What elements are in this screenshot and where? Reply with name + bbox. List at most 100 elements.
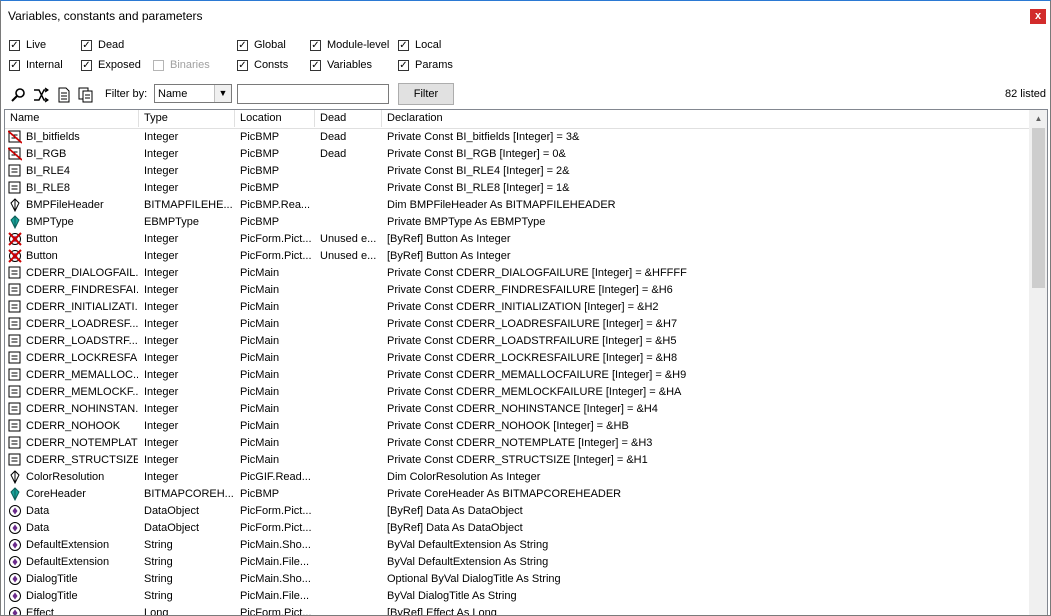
list-row[interactable]: CDERR_LOADSTRF... Integer PicMain Private C… [5, 333, 1031, 350]
list-row[interactable]: DialogTitle String PicMain.File... ByVal Di… [5, 588, 1031, 605]
list-row[interactable]: BI_RLE4 Integer PicBMP Private Const BI_RLE… [5, 163, 1031, 180]
column-header-location[interactable]: Location [235, 110, 315, 127]
name-cell: CDERR_NOHOOK [26, 420, 121, 432]
live-label: Live [26, 39, 47, 51]
local-checkbox[interactable]: ✓ Local [398, 37, 441, 53]
list-row[interactable]: CDERR_STRUCTSIZE Integer PicMain Private Co… [5, 452, 1031, 469]
type-cell: Integer [144, 182, 179, 194]
module-level-checkbox[interactable]: ✓ Module-level [310, 37, 389, 53]
column-header-dead[interactable]: Dead [315, 110, 382, 127]
name-cell: BI_RLE8 [26, 182, 71, 194]
location-cell: PicMain [240, 352, 280, 364]
chevron-down-icon[interactable]: ▼ [214, 85, 231, 102]
type-cell: DataObject [144, 522, 200, 534]
location-cell: PicMain.File... [240, 556, 310, 568]
list-row[interactable]: CDERR_LOADRESF... Integer PicMain Private C… [5, 316, 1031, 333]
parameter-icon [8, 521, 22, 535]
declaration-cell: [ByRef] Effect As Long [387, 607, 497, 615]
name-cell: Effect [26, 607, 54, 615]
scrollbar-thumb[interactable] [1032, 128, 1045, 288]
variables-checkbox[interactable]: ✓ Variables [310, 57, 372, 73]
type-cell: EBMPType [144, 216, 200, 228]
list-row[interactable]: BI_RGB Integer PicBMP Dead Private Const BI_… [5, 146, 1031, 163]
declaration-cell: [ByRef] Data As DataObject [387, 505, 523, 517]
list-row[interactable]: Data DataObject PicForm.Pict... [ByRef] Dat… [5, 503, 1031, 520]
name-cell: Data [26, 522, 50, 534]
location-cell: PicMain [240, 335, 280, 347]
list-header: Name Type Location Dead Declaration [5, 110, 1031, 129]
list-row[interactable]: CDERR_DIALOGFAIL... Integer PicMain Private… [5, 265, 1031, 282]
document-icon[interactable] [56, 87, 72, 103]
name-cell: CDERR_LOCKRESFA... [26, 352, 138, 364]
global-checkbox[interactable]: ✓ Global [237, 37, 286, 53]
column-header-name[interactable]: Name [5, 110, 139, 127]
filter-text-input[interactable] [237, 84, 389, 104]
list-row[interactable]: BMPType EBMPType PicBMP Private BMPType As … [5, 214, 1031, 231]
list-row[interactable]: Button Integer PicForm.Pict... Unused e... [… [5, 248, 1031, 265]
list-row[interactable]: DefaultExtension String PicMain.File... ByV… [5, 554, 1031, 571]
constant-icon [8, 283, 22, 297]
name-cell: DefaultExtension [26, 539, 110, 551]
list-row[interactable]: Effect Long PicForm.Pict... [ByRef] Effect … [5, 605, 1031, 615]
module-variable-icon [8, 215, 22, 230]
unchecked-box-icon [153, 59, 164, 71]
location-cell: PicBMP [240, 131, 280, 143]
declaration-cell: Private BMPType As EBMPType [387, 216, 546, 228]
scroll-up-icon[interactable]: ▲ [1030, 110, 1047, 127]
type-cell: Integer [144, 335, 179, 347]
exposed-label: Exposed [98, 59, 141, 71]
variables-list[interactable]: Name Type Location Dead Declaration BI_b… [4, 109, 1048, 615]
list-row[interactable]: CDERR_NOTEMPLATE Integer PicMain Private Co… [5, 435, 1031, 452]
list-row[interactable]: CDERR_MEMALLOC... Integer PicMain Private C… [5, 367, 1031, 384]
location-cell: PicBMP [240, 488, 280, 500]
internal-checkbox[interactable]: ✓ Internal [9, 57, 63, 73]
declaration-cell: Private Const CDERR_LOCKRESFAILURE [Inte… [387, 352, 678, 364]
binaries-checkbox: Binaries [153, 57, 210, 73]
shuffle-icon[interactable] [33, 87, 49, 103]
list-row[interactable]: CoreHeader BITMAPCOREH... PicBMP Private Co… [5, 486, 1031, 503]
parameter-icon [8, 589, 22, 603]
type-cell: Integer [144, 403, 179, 415]
filter-by-select[interactable]: Name ▼ [154, 84, 232, 103]
list-row[interactable]: ColorResolution Integer PicGIF.Read... Dim … [5, 469, 1031, 486]
window-title: Variables, constants and parameters [8, 9, 203, 23]
type-cell: Integer [144, 284, 179, 296]
params-checkbox[interactable]: ✓ Params [398, 57, 453, 73]
list-row[interactable]: DefaultExtension String PicMain.Sho... ByVa… [5, 537, 1031, 554]
list-row[interactable]: CDERR_FINDRESFAI... Integer PicMain Private… [5, 282, 1031, 299]
list-row[interactable]: CDERR_LOCKRESFA... Integer PicMain Private … [5, 350, 1031, 367]
live-checkbox[interactable]: ✓ Live [9, 37, 46, 53]
type-cell: Integer [144, 131, 179, 143]
consts-checkbox[interactable]: ✓ Consts [237, 57, 288, 73]
name-cell: BI_bitfields [26, 131, 80, 143]
list-row[interactable]: Data DataObject PicForm.Pict... [ByRef] Dat… [5, 520, 1031, 537]
list-row[interactable]: BMPFileHeader BITMAPFILEHE... PicBMP.Rea..… [5, 197, 1031, 214]
list-row[interactable]: BI_bitfields Integer PicBMP Dead Private Con… [5, 129, 1031, 146]
search-icon[interactable] [10, 87, 26, 103]
close-button[interactable]: x [1030, 9, 1046, 24]
name-cell: CDERR_STRUCTSIZE [26, 454, 138, 466]
list-row[interactable]: BI_RLE8 Integer PicBMP Private Const BI_RLE… [5, 180, 1031, 197]
list-row[interactable]: CDERR_INITIALIZATI... Integer PicMain Priva… [5, 299, 1031, 316]
copy-icon[interactable] [78, 87, 94, 103]
list-row[interactable]: CDERR_NOHINSTAN... Integer PicMain Private … [5, 401, 1031, 418]
dead-checkbox[interactable]: ✓ Dead [81, 37, 124, 53]
list-row[interactable]: CDERR_MEMLOCKF... Integer PicMain Private C… [5, 384, 1031, 401]
declaration-cell: Private Const CDERR_NOTEMPLATE [Integer]… [387, 437, 653, 449]
declaration-cell: Private Const BI_bitfields [Integer] = 3… [387, 131, 580, 143]
name-cell: Button [26, 250, 58, 262]
column-header-declaration[interactable]: Declaration [382, 110, 1031, 127]
filter-button[interactable]: Filter [398, 83, 454, 105]
list-row[interactable]: Button Integer PicForm.Pict... Unused e... [… [5, 231, 1031, 248]
type-cell: String [144, 573, 173, 585]
type-cell: Integer [144, 267, 179, 279]
list-row[interactable]: DialogTitle String PicMain.Sho... Optional … [5, 571, 1031, 588]
module-variable-icon [8, 487, 22, 502]
vertical-scrollbar[interactable]: ▲ [1029, 110, 1047, 615]
exposed-checkbox[interactable]: ✓ Exposed [81, 57, 141, 73]
type-cell: String [144, 590, 173, 602]
list-row[interactable]: CDERR_NOHOOK Integer PicMain Private Const … [5, 418, 1031, 435]
constant-icon [8, 317, 22, 331]
column-header-type[interactable]: Type [139, 110, 235, 127]
declaration-cell: Private Const CDERR_LOADRESFAILURE [Inte… [387, 318, 678, 330]
